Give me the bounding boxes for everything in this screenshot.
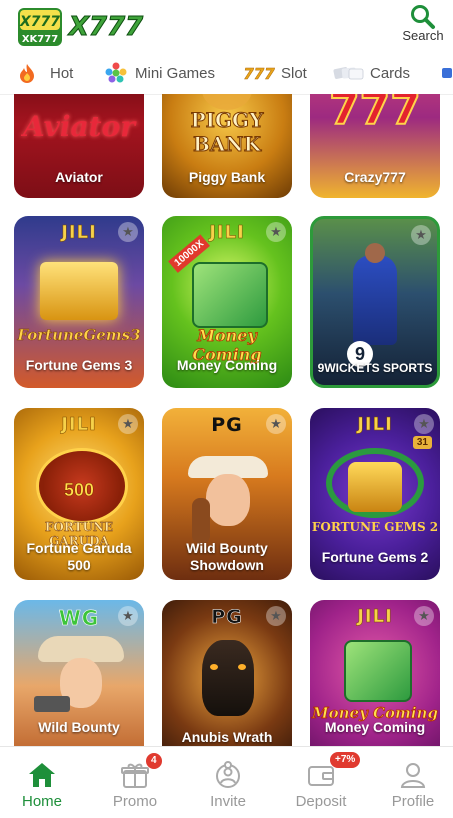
game-title: Crazy777 xyxy=(344,169,406,185)
favorite-star-icon[interactable]: ★ xyxy=(118,222,138,242)
category-cards[interactable]: Cards xyxy=(332,52,410,94)
search-button[interactable]: Search xyxy=(399,2,447,48)
tab-label: Profile xyxy=(391,793,435,810)
cricketer-head xyxy=(365,243,385,263)
anubis-art xyxy=(202,640,254,716)
svg-text:X777: X777 xyxy=(19,14,60,30)
category-label: Cards xyxy=(370,64,411,82)
game-art-text: FortuneGems3 xyxy=(17,326,141,345)
level-badge: 31 xyxy=(412,436,432,449)
category-label: Slot xyxy=(281,64,307,82)
tab-profile[interactable]: Profile xyxy=(368,747,453,818)
revolver-art xyxy=(34,696,70,712)
gift-icon xyxy=(121,763,149,788)
game-tile[interactable]: JILI ★ 10000X Money Coming Money Coming xyxy=(162,216,292,388)
game-tile[interactable]: JILI ★ 31 FORTUNE GEMS 2 Fortune Gems 2 xyxy=(310,408,440,580)
game-art-text: FORTUNE GEMS 2 xyxy=(311,520,439,534)
bottom-tab-bar: Home Promo 4 Invite Deposit +7% Profile xyxy=(0,746,453,818)
promo-badge: 4 xyxy=(146,753,162,769)
brand-logo[interactable]: X777 XK777 X777 xyxy=(16,6,146,48)
cricketer-art xyxy=(353,255,397,345)
game-tile[interactable]: PIGGY BANK Piggy Bank xyxy=(162,94,292,198)
game-art-text: 777 xyxy=(328,94,422,136)
anubis-eye xyxy=(238,664,246,670)
game-tile[interactable]: 777 Crazy777 xyxy=(310,94,440,198)
cowgirl-face-art xyxy=(206,474,250,526)
game-art-corner: 500 xyxy=(63,480,95,501)
anubis-eye xyxy=(210,664,218,670)
svg-text:X777: X777 xyxy=(67,12,144,42)
money-art xyxy=(344,640,412,702)
game-title: Fortune Gems 3 xyxy=(25,357,133,373)
game-tile[interactable]: Aviator Aviator xyxy=(14,94,144,198)
more-category-icon xyxy=(440,62,453,84)
tab-deposit[interactable]: Deposit +7% xyxy=(276,747,366,818)
dots-icon xyxy=(103,62,129,84)
game-title: Money Coming xyxy=(176,357,278,373)
hair-art xyxy=(192,498,210,544)
game-grid: Aviator Aviator PIGGY BANK Piggy Bank 77… xyxy=(0,94,453,746)
favorite-star-icon[interactable]: ★ xyxy=(411,225,431,245)
category-more[interactable] xyxy=(440,52,453,94)
tab-label: Promo xyxy=(112,793,158,810)
idol-art xyxy=(348,462,402,512)
svg-text:777: 777 xyxy=(243,65,275,83)
category-label: Mini Games xyxy=(135,64,216,82)
logo-small-text: XK777 xyxy=(22,34,58,45)
game-title: Fortune Gems 2 xyxy=(321,549,429,565)
game-title: Money Coming xyxy=(324,719,426,735)
tab-home[interactable]: Home xyxy=(0,747,87,818)
cards-icon xyxy=(332,62,364,84)
money-art xyxy=(192,262,268,328)
game-tile[interactable]: JILI ★ 500 FORTUNE GARUDA Fortune Garuda… xyxy=(14,408,144,580)
search-icon xyxy=(411,5,435,29)
category-mini-games[interactable]: Mini Games xyxy=(103,52,215,94)
category-hot[interactable]: Hot xyxy=(16,52,73,94)
favorite-star-icon[interactable]: ★ xyxy=(266,222,286,242)
game-title: 9WICKETS SPORTS xyxy=(317,361,433,375)
category-slot[interactable]: 777 Slot xyxy=(243,52,307,94)
game-title: Piggy Bank xyxy=(188,169,266,185)
game-title: Wild Bounty Showdown xyxy=(186,540,268,573)
game-tile[interactable]: WG ★ Wild Bounty xyxy=(14,600,144,746)
game-tile[interactable]: PG ★ Wild Bounty Showdown xyxy=(162,408,292,580)
game-art-text: Aviator xyxy=(23,110,135,143)
game-tile[interactable]: ★ 9 9WICKETS SPORTS xyxy=(310,216,440,388)
game-tile[interactable]: JILI ★ FortuneGems3 Fortune Gems 3 xyxy=(14,216,144,388)
favorite-star-icon[interactable]: ★ xyxy=(118,414,138,434)
game-title: Anubis Wrath xyxy=(181,729,273,745)
favorite-star-icon[interactable]: ★ xyxy=(118,606,138,626)
game-art-text: PIGGY BANK xyxy=(190,108,264,157)
deposit-bonus-badge: +7% xyxy=(330,752,361,768)
game-title: Wild Bounty xyxy=(38,719,120,735)
app-header: X777 XK777 X777 Search xyxy=(0,0,453,53)
favorite-star-icon[interactable]: ★ xyxy=(266,606,286,626)
tab-promo[interactable]: Promo 4 xyxy=(90,747,180,818)
tab-label: Home xyxy=(21,793,62,810)
slot-777-icon: 777 xyxy=(243,62,275,84)
home-icon xyxy=(29,763,55,787)
favorite-star-icon[interactable]: ★ xyxy=(266,414,286,434)
game-tile[interactable]: PG ★ Anubis Wrath xyxy=(162,600,292,746)
favorite-star-icon[interactable]: ★ xyxy=(414,606,434,626)
category-label: Hot xyxy=(50,64,74,82)
invite-icon xyxy=(216,761,240,788)
game-title: Fortune Garuda 500 xyxy=(26,540,132,573)
tab-invite[interactable]: Invite xyxy=(183,747,273,818)
treasure-art xyxy=(40,262,118,320)
favorite-star-icon[interactable]: ★ xyxy=(414,414,434,434)
category-bar: Hot Mini Games 777 Slot Cards xyxy=(0,52,453,95)
search-label: Search xyxy=(402,28,444,43)
tab-label: Invite xyxy=(210,793,246,810)
tab-label: Deposit xyxy=(295,793,347,810)
profile-icon xyxy=(400,763,426,788)
game-tile[interactable]: JILI ★ Money Coming Money Coming xyxy=(310,600,440,746)
fire-icon xyxy=(16,62,38,84)
game-title: Aviator xyxy=(55,169,103,185)
